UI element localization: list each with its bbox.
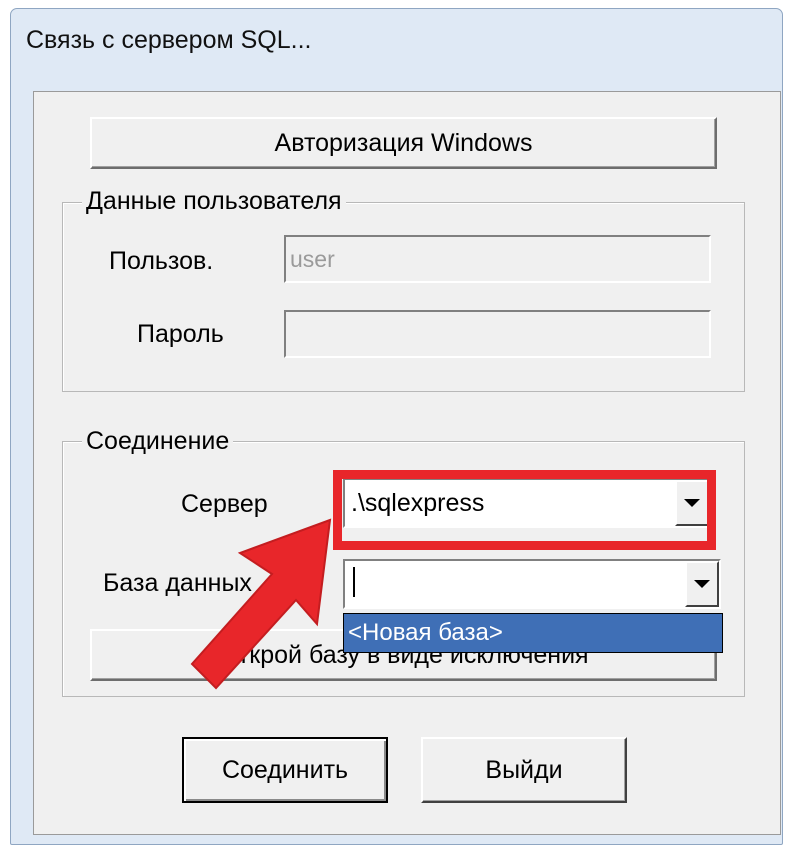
arrow-icon	[190, 518, 332, 690]
